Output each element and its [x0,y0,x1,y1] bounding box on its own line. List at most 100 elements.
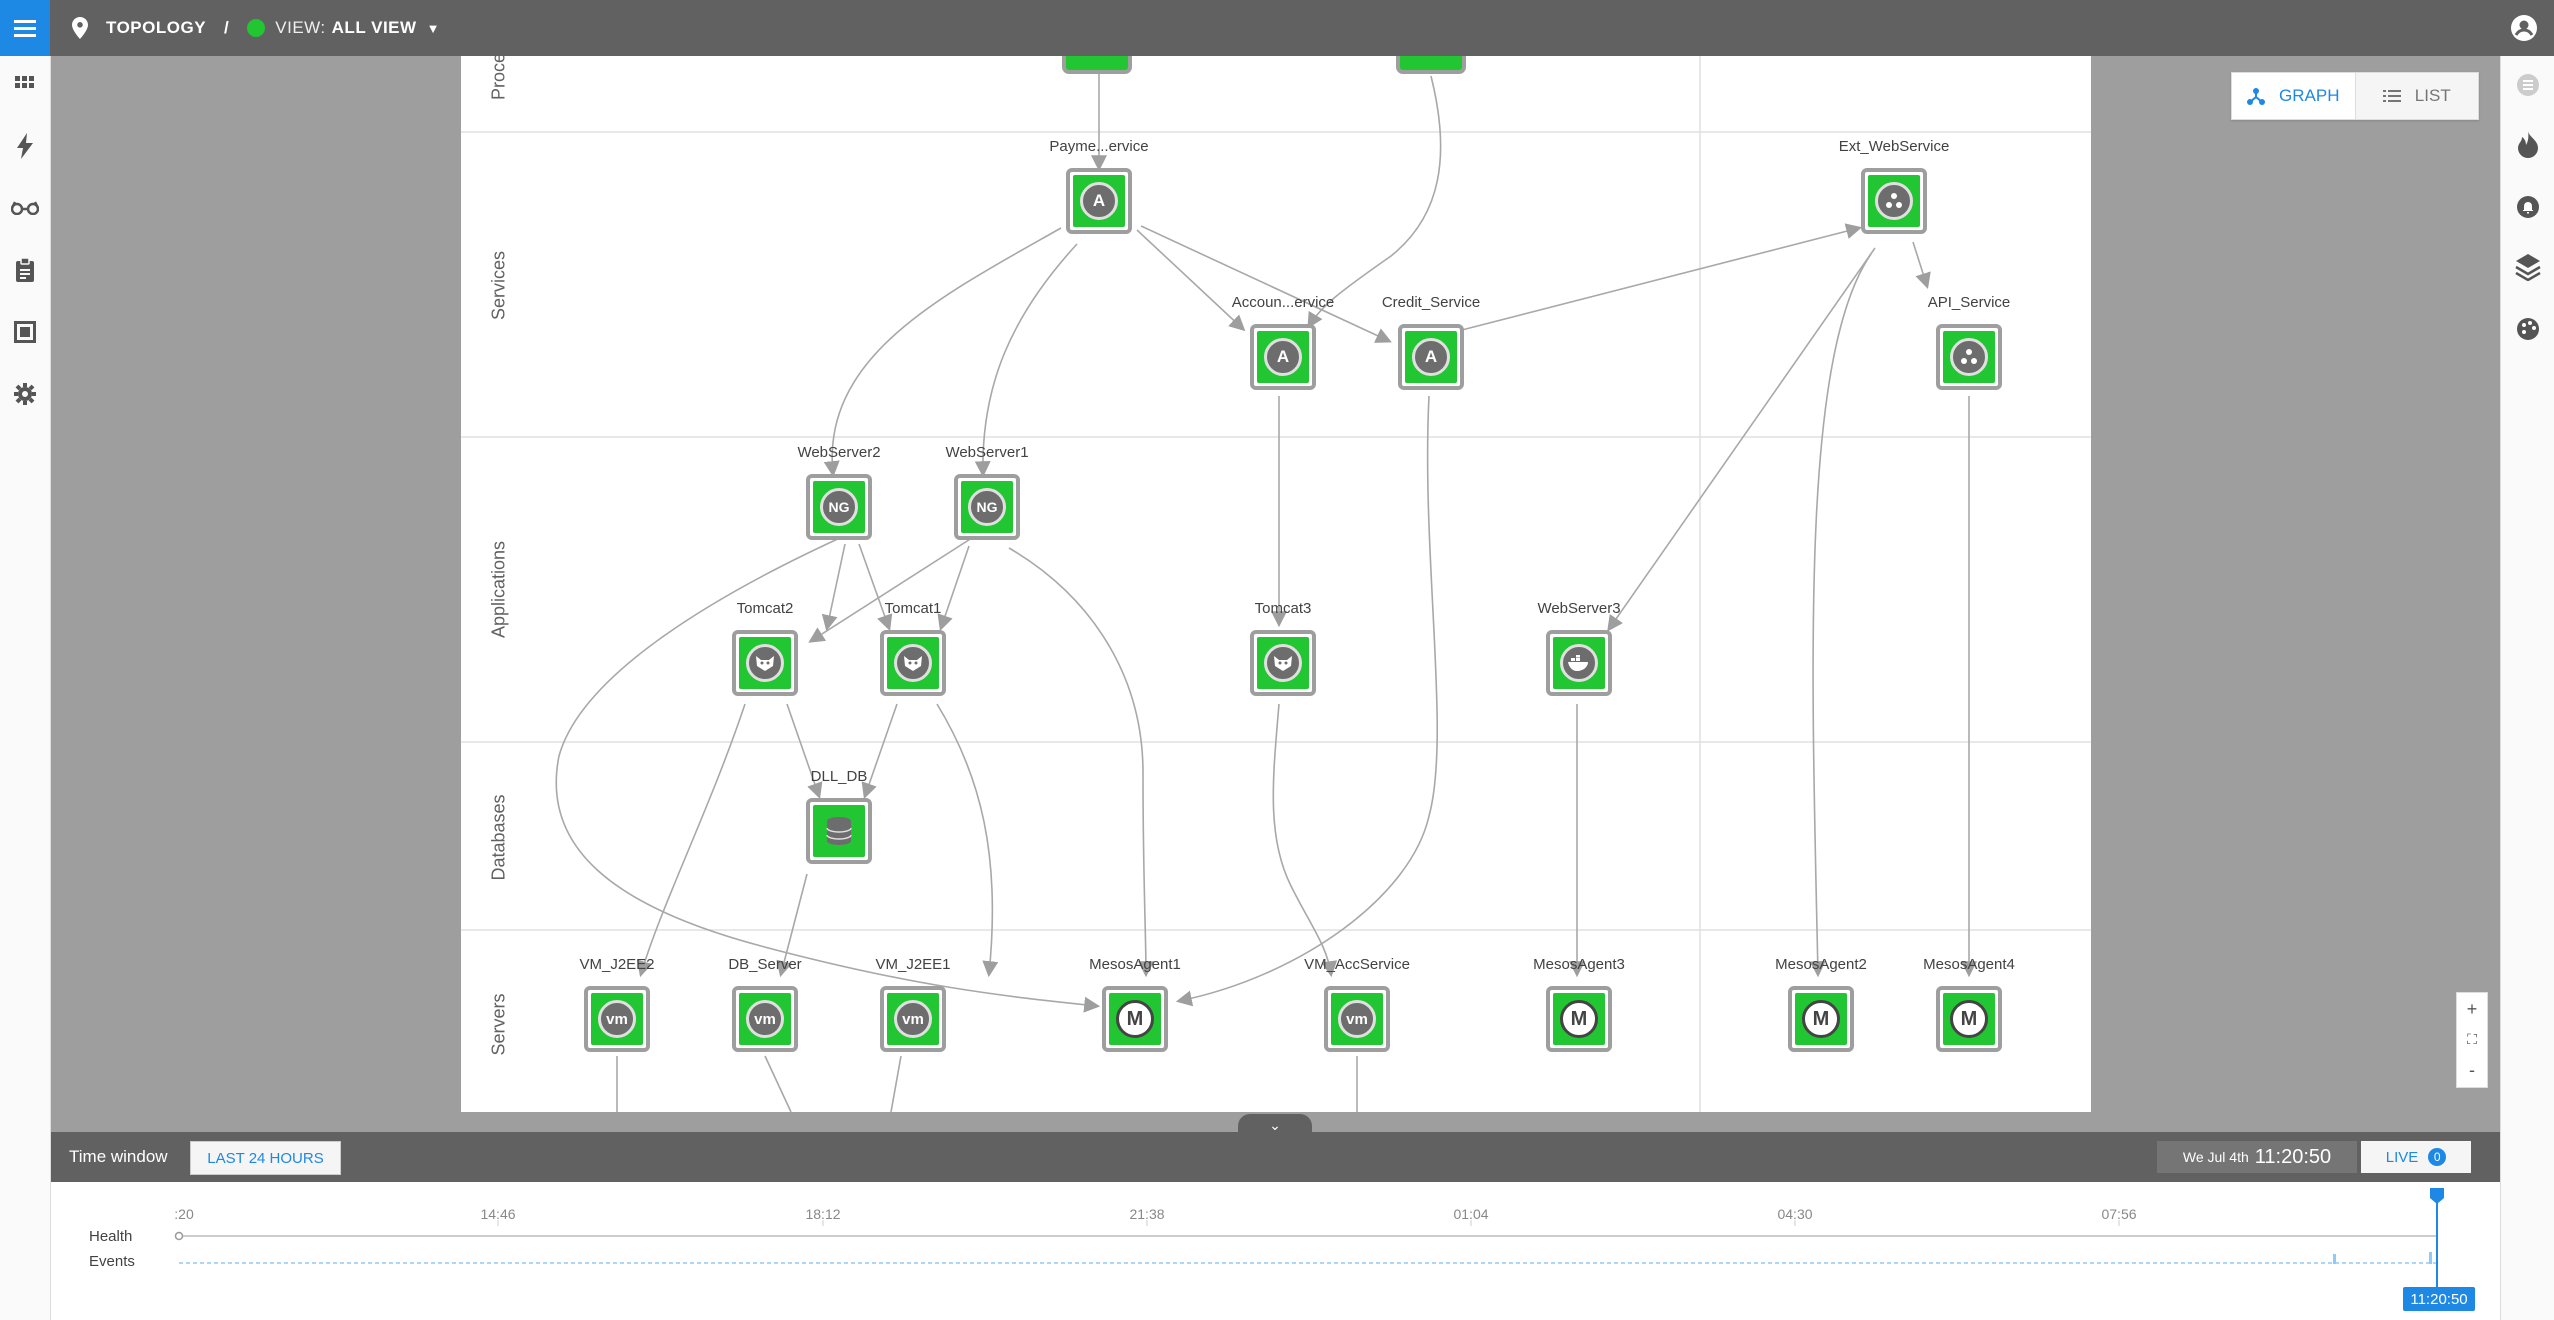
right-nav-layers[interactable] [2513,252,2543,282]
node-db-server[interactable]: vm [732,986,798,1052]
clipboard-icon [16,258,34,282]
node-mesosagent1[interactable]: M [1102,986,1168,1052]
node-vm-accservice[interactable]: vm [1324,986,1390,1052]
vm-icon: vm [1338,1000,1376,1038]
node-label: VM_J2EE2 [579,956,655,973]
view-selector[interactable]: ALL VIEW [332,18,417,38]
node-webserver3[interactable] [1546,630,1612,696]
node-webserver1[interactable]: NG [954,474,1020,540]
node-tomcat2[interactable] [732,630,798,696]
right-nav-hotspots[interactable] [2513,130,2543,160]
node-label: MesosAgent3 [1533,956,1625,973]
timeline-cursor-time[interactable]: 11:20:50 [2403,1287,2475,1311]
top-bar: TOPOLOGY / VIEW: ALL VIEW ▼ [0,0,2554,56]
tomcat-icon [746,644,784,682]
network-icon [1875,182,1913,220]
vm-icon: vm [598,1000,636,1038]
dashboard-icon [15,76,34,88]
node-ext-webservice[interactable] [1861,168,1927,234]
node-label: VM_J2EE1 [875,956,951,973]
layer-label-applications: Applications [488,540,509,639]
list-view-button[interactable]: LIST [2354,73,2479,119]
node-credit-service[interactable]: A [1398,324,1464,390]
right-nav-themes[interactable] [2513,314,2543,344]
hamburger-icon [14,20,36,37]
nav-dashboard[interactable] [11,72,39,100]
time-range-button[interactable]: LAST 24 HOURS [190,1141,341,1175]
graph-view-button[interactable]: GRAPH [2232,73,2355,119]
layer-label-servers: Servers [488,993,509,1056]
breadcrumb-topology[interactable]: TOPOLOGY [106,18,206,38]
mesos-icon: M [1116,1000,1154,1038]
node-label: Tomcat3 [1254,600,1312,617]
topology-canvas[interactable]: Proce Services Applications Databases Se… [461,53,2091,1112]
right-nav-alerts[interactable] [2513,192,2543,222]
user-account-icon[interactable] [2510,14,2538,42]
zoom-out-button[interactable]: - [2469,1060,2475,1081]
node-label: Accoun...ervice [1231,294,1335,311]
location-pin-icon [72,17,88,39]
mesos-icon: M [1802,1000,1840,1038]
nav-panel[interactable] [11,318,39,346]
node-mesosagent3[interactable]: M [1546,986,1612,1052]
graph-icon [2247,88,2266,105]
chevron-down-icon[interactable]: ▼ [427,21,440,36]
docker-icon [1560,644,1598,682]
list-icon [2517,74,2539,96]
node-mesosagent4[interactable]: M [1936,986,2002,1052]
mesos-icon: M [1950,1000,1988,1038]
node-icon-a: A [1412,338,1450,376]
node-label: Ext_WebService [1838,138,1950,155]
time-window-bar: Time window LAST 24 HOURS We Jul 4th 11:… [51,1132,2500,1182]
nav-events[interactable] [11,132,39,160]
nginx-icon: NG [820,488,858,526]
nav-reports[interactable] [11,256,39,284]
node-payment-service[interactable]: A [1066,168,1132,234]
graph-view-label: GRAPH [2279,86,2340,105]
glasses-icon [11,201,39,215]
nav-settings[interactable] [11,380,39,408]
tomcat-icon [1264,644,1302,682]
menu-button[interactable] [0,0,50,56]
vm-icon: vm [746,1000,784,1038]
node-label: DB_Server [728,956,802,973]
node-tomcat1[interactable] [880,630,946,696]
node-label: Credit_Service [1381,294,1481,311]
nav-observe[interactable] [11,194,39,222]
list-view-label: LIST [2414,86,2451,105]
zoom-in-button[interactable]: + [2467,999,2478,1020]
palette-icon [2517,318,2539,340]
breadcrumb-separator: / [224,18,230,37]
node-label: MesosAgent2 [1775,956,1867,973]
live-button[interactable]: LIVE 0 [2361,1141,2471,1173]
node-icon-a: A [1080,182,1118,220]
tomcat-icon [894,644,932,682]
timeline-tracks [174,1188,2444,1288]
timeline[interactable]: :20 14:46 18:12 21:38 01:04 04:30 07:56 … [51,1182,2500,1320]
node-dll-db[interactable] [806,798,872,864]
flame-icon [2518,131,2538,158]
node-label: MesosAgent1 [1089,956,1181,973]
node-label: WebServer2 [797,444,881,461]
current-time: 11:20:50 [2254,1145,2332,1168]
view-toggle: GRAPH LIST [2231,72,2479,120]
node-mesosagent2[interactable]: M [1788,986,1854,1052]
panel-icon [14,321,36,343]
node-label: DLL_DB [810,768,868,785]
node-label: Tomcat1 [884,600,942,617]
node-label: VM_AccService [1304,956,1410,973]
node-account-service[interactable]: A [1250,324,1316,390]
node-webserver2[interactable]: NG [806,474,872,540]
vm-icon: vm [894,1000,932,1038]
node-vm-j2ee1[interactable]: vm [880,986,946,1052]
view-prefix: VIEW: [275,18,326,37]
live-count-badge: 0 [2428,1148,2447,1166]
layer-label-services: Services [488,250,509,321]
database-icon [820,812,858,850]
fit-view-button[interactable]: ⛶ [2467,1031,2477,1048]
node-api-service[interactable] [1936,324,2002,390]
node-tomcat3[interactable] [1250,630,1316,696]
node-vm-j2ee2[interactable]: vm [584,986,650,1052]
right-nav-list[interactable] [2513,70,2543,100]
left-sidebar [0,56,51,1320]
